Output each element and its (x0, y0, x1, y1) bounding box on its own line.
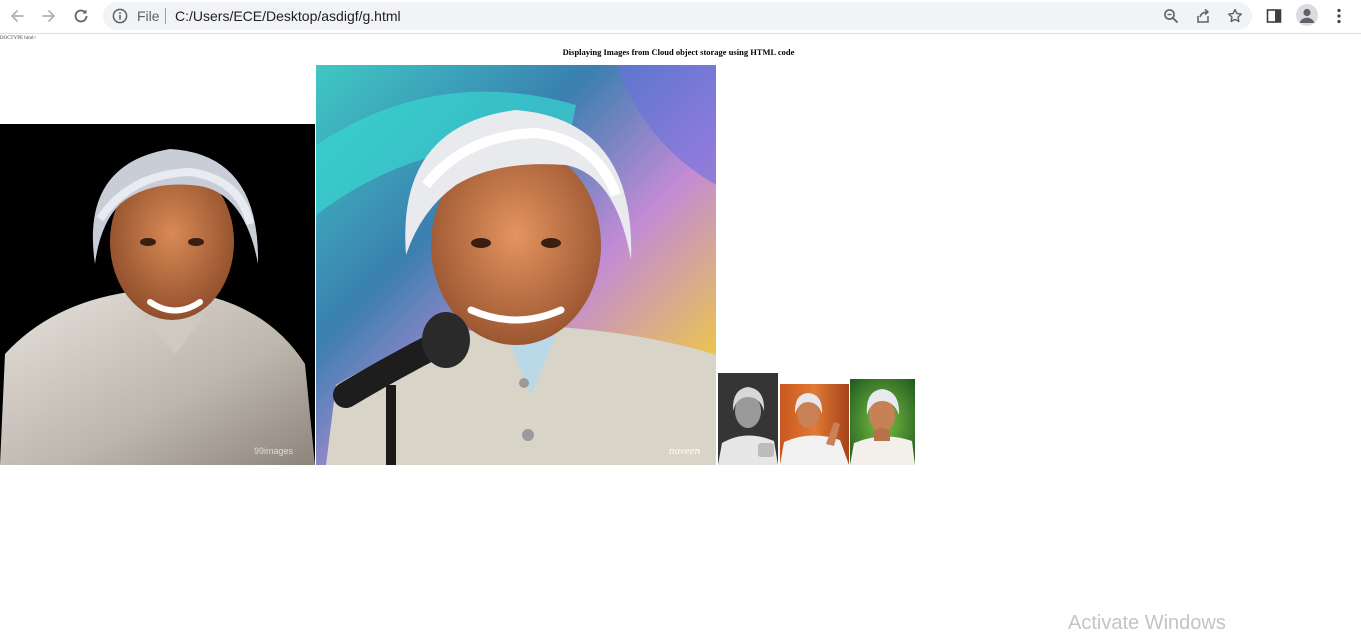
menu-button[interactable] (1328, 5, 1350, 27)
image-portrait-2: naveen (316, 65, 716, 465)
image-portrait-1: 99images (0, 124, 315, 465)
portrait-painting (316, 65, 716, 465)
activate-windows-watermark: Activate Windows (1068, 612, 1226, 634)
reload-button[interactable] (69, 4, 93, 28)
stray-doctype-text: DOCTYPE html> (0, 36, 37, 41)
bookmark-button[interactable] (1226, 7, 1244, 25)
side-panel-icon (1266, 9, 1282, 23)
portrait-thumbnail-orange (780, 384, 849, 465)
page-heading: Displaying Images from Cloud object stor… (562, 47, 795, 57)
profile-button[interactable] (1296, 4, 1318, 26)
portrait-thumbnail-bw (718, 373, 778, 465)
image-portrait-5 (850, 379, 915, 465)
url-text[interactable]: C:/Users/ECE/Desktop/asdigf/g.html (175, 8, 401, 24)
back-button[interactable] (5, 4, 29, 28)
address-bar[interactable]: File C:/Users/ECE/Desktop/asdigf/g.html (103, 2, 1252, 30)
portrait-thumbnail-green (850, 379, 915, 465)
back-arrow-icon (11, 10, 24, 22)
share-button[interactable] (1194, 7, 1212, 25)
zoom-button[interactable] (1162, 7, 1180, 25)
image-watermark: 99images (254, 446, 294, 456)
share-icon (1197, 8, 1209, 23)
info-icon[interactable] (112, 8, 128, 24)
forward-arrow-icon (42, 10, 55, 22)
image-portrait-4 (780, 384, 849, 465)
forward-button[interactable] (37, 4, 61, 28)
zoom-icon (1164, 9, 1178, 23)
scheme-separator (165, 8, 166, 24)
image-portrait-3 (718, 373, 778, 465)
portrait-illustration (0, 149, 315, 465)
artist-signature: naveen (669, 445, 701, 457)
reload-icon (74, 9, 88, 23)
scheme-label: File (137, 8, 160, 24)
browser-toolbar: File C:/Users/ECE/Desktop/asdigf/g.html (0, 0, 1361, 34)
profile-icon (1299, 8, 1315, 23)
bookmark-star-icon (1228, 8, 1242, 23)
side-panel-button[interactable] (1263, 5, 1285, 27)
menu-dots-icon (1337, 8, 1341, 24)
